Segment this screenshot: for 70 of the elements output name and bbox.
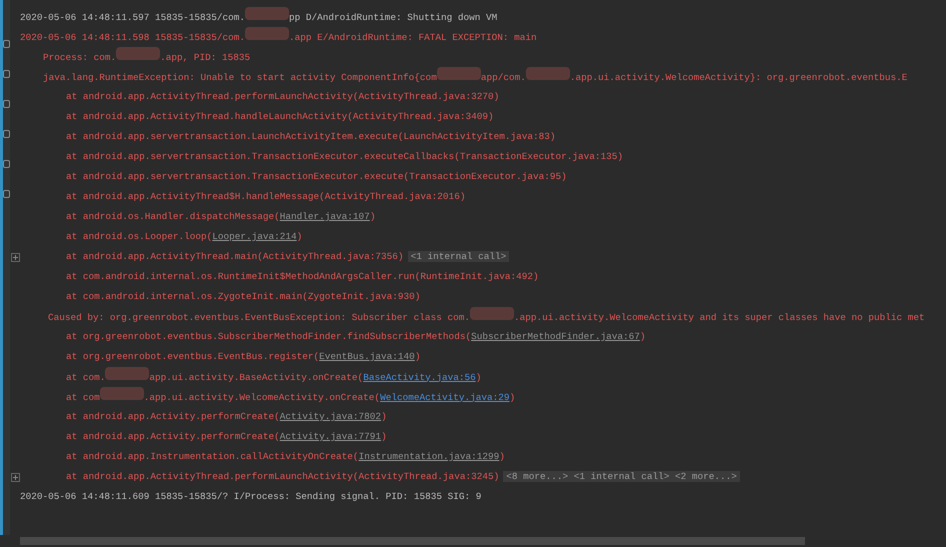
- log-text: at com.android.internal.os.RuntimeInit$MethodAndArgsCaller.run(RuntimeInit.java:492): [66, 271, 539, 282]
- log-text: Caused by: org.greenrobot.eventbus.EventBusException: Subscriber class com.: [48, 312, 470, 322]
- log-text: at android.app.ActivityThread.performLaunchActivity(ActivityThread.java:3270): [66, 91, 500, 102]
- folded-frames-label[interactable]: <8 more...> <1 internal call> <2 more...>: [503, 471, 740, 482]
- source-link[interactable]: Handler.java:107: [280, 211, 370, 222]
- log-text: .app.ui.activity.WelcomeActivity}: org.greenrobot.eventbus.E: [570, 72, 908, 82]
- redaction-blur: [470, 306, 514, 320]
- toolbar-icon[interactable]: [3, 100, 10, 108]
- source-link[interactable]: EventBus.java:140: [319, 351, 415, 362]
- log-text: .app E/AndroidRuntime: FATAL EXCEPTION: main: [289, 32, 537, 42]
- source-link[interactable]: Activity.java:7791: [280, 431, 382, 442]
- log-text: at android.app.ActivityThread$H.handleMessage(ActivityThread.java:2016): [66, 191, 466, 202]
- redaction-blur: [245, 26, 290, 40]
- log-text: ): [509, 392, 516, 402]
- source-link[interactable]: Looper.java:214: [212, 231, 297, 242]
- log-text: app/com.: [480, 72, 526, 82]
- log-text: at com: [66, 392, 100, 402]
- source-link[interactable]: WelcomeActivity.java:29: [380, 392, 510, 402]
- scrollbar-thumb[interactable]: [20, 537, 805, 545]
- folded-frames-label[interactable]: <1 internal call>: [408, 251, 510, 262]
- log-text: .app.ui.activity.WelcomeActivity.onCreate(: [144, 392, 380, 402]
- toolbar-icon[interactable]: [3, 190, 10, 198]
- log-text: at android.app.ActivityThread.performLaunchActivity(ActivityThread.java:3245): [66, 471, 500, 482]
- log-text: .app.ui.activity.WelcomeActivity and its super classes have no public met: [514, 312, 925, 322]
- log-text: at android.app.Activity.performCreate(: [66, 411, 280, 422]
- redaction-blur: [526, 66, 570, 80]
- log-text: ): [296, 231, 302, 242]
- log-text: java.lang.RuntimeException: Unable to start activity ComponentInfo{com: [43, 72, 437, 82]
- source-link[interactable]: Activity.java:7802: [280, 411, 382, 422]
- log-text: at com.android.internal.os.ZygoteInit.main(ZygoteInit.java:930): [66, 291, 420, 302]
- log-text: 2020-05-06 14:48:11.597 15835-15835/com.: [20, 12, 246, 22]
- source-link[interactable]: BaseActivity.java:56: [363, 372, 476, 382]
- log-text: at android.app.ActivityThread.handleLaunchActivity(ActivityThread.java:3409): [66, 111, 494, 122]
- redaction-blur: [105, 366, 150, 380]
- log-text: at android.os.Looper.loop(: [66, 231, 212, 242]
- log-text: Process: com.: [43, 52, 116, 62]
- log-text: at android.app.servertransaction.TransactionExecutor.execute(TransactionExecutor.java:95): [66, 171, 567, 182]
- log-text: at android.os.Handler.dispatchMessage(: [66, 211, 280, 222]
- redaction-blur: [436, 66, 481, 80]
- log-text: ): [414, 351, 420, 362]
- log-text: ): [370, 211, 376, 222]
- log-text: .app, PID: 15835: [160, 52, 250, 62]
- log-text: ): [476, 372, 482, 382]
- toolbar-icon[interactable]: [3, 40, 10, 48]
- toolbar-icon[interactable]: [3, 70, 10, 78]
- log-text: at android.app.Activity.performCreate(: [66, 431, 280, 442]
- expand-icon[interactable]: [10, 252, 20, 262]
- log-text: pp D/AndroidRuntime: Shutting down VM: [289, 12, 498, 22]
- log-text: ): [381, 431, 387, 442]
- log-text: at com.: [66, 372, 106, 382]
- source-link[interactable]: SubscriberMethodFinder.java:67: [471, 331, 640, 342]
- log-text: at org.greenrobot.eventbus.SubscriberMethodFinder.findSubscriberMethods(: [66, 331, 472, 342]
- log-text: at android.app.servertransaction.TransactionExecutor.executeCallbacks(TransactionExecutor.java:135): [66, 151, 623, 162]
- toolbar-icon[interactable]: [3, 160, 10, 168]
- toolbar-icon[interactable]: [3, 130, 10, 138]
- log-text: at org.greenrobot.eventbus.EventBus.register(: [66, 351, 320, 362]
- redaction-blur: [100, 386, 144, 400]
- expand-icon[interactable]: [10, 472, 20, 482]
- log-text: 2020-05-06 14:48:11.609 15835-15835/? I/Process: Sending signal. PID: 15835 SIG: 9: [20, 491, 482, 502]
- log-text: app.ui.activity.BaseActivity.onCreate(: [149, 372, 364, 382]
- log-text: 2020-05-06 14:48:11.598 15835-15835/com.: [20, 32, 246, 42]
- redaction-blur: [116, 46, 160, 60]
- log-text: at android.app.ActivityThread.main(ActivityThread.java:7356): [66, 251, 404, 262]
- log-text: at android.app.servertransaction.LaunchActivityItem.execute(LaunchActivityItem.java:83): [66, 131, 556, 142]
- log-text: at android.app.Instrumentation.callActivityOnCreate(: [66, 451, 359, 462]
- log-text: ): [499, 451, 505, 462]
- source-link[interactable]: Instrumentation.java:1299: [358, 451, 500, 462]
- redaction-blur: [245, 6, 290, 20]
- log-text: ): [640, 331, 646, 342]
- log-text: ): [381, 411, 387, 422]
